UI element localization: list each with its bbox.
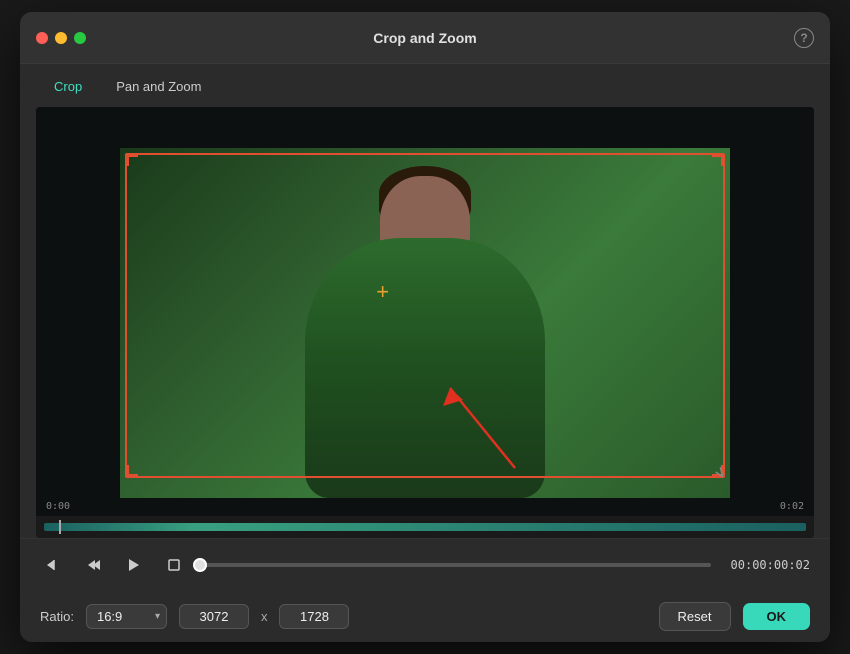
preview-timecode-right: 0:02: [780, 501, 804, 512]
width-input[interactable]: [179, 604, 249, 629]
timeline-strip: [36, 516, 814, 538]
dimension-separator: x: [261, 609, 268, 624]
crosshair: +: [376, 281, 389, 303]
scrubber-container[interactable]: [200, 563, 711, 567]
ratio-select[interactable]: 16:9 4:3 1:1 9:16 Custom: [86, 604, 167, 629]
preview-area[interactable]: +: [36, 107, 814, 538]
frame-back-button[interactable]: [80, 551, 108, 579]
video-content: +: [120, 148, 730, 498]
video-frame: +: [36, 107, 814, 538]
ratio-wrapper: 16:9 4:3 1:1 9:16 Custom ▾: [86, 604, 167, 629]
window-title: Crop and Zoom: [373, 30, 476, 46]
timeline-playhead: [59, 520, 61, 534]
tab-pan-zoom[interactable]: Pan and Zoom: [102, 74, 215, 99]
play-button[interactable]: [120, 551, 148, 579]
scrubber-track[interactable]: [200, 563, 711, 567]
title-bar: Crop and Zoom ?: [20, 12, 830, 64]
traffic-lights: [36, 32, 86, 44]
crop-zoom-dialog: Crop and Zoom ? Crop Pan and Zoom: [20, 12, 830, 642]
reset-button[interactable]: Reset: [659, 602, 731, 631]
bottom-bar: Ratio: 16:9 4:3 1:1 9:16 Custom ▾ x Rese…: [20, 590, 830, 642]
maximize-button[interactable]: [74, 32, 86, 44]
close-button[interactable]: [36, 32, 48, 44]
step-back-button[interactable]: [40, 551, 68, 579]
ratio-label: Ratio:: [40, 609, 74, 624]
preview-timecode-left: 0:00: [46, 501, 70, 512]
controls-bar: 00:00:00:02: [20, 538, 830, 590]
person: [295, 158, 555, 498]
timecode-display: 00:00:00:02: [731, 558, 810, 572]
tab-crop[interactable]: Crop: [40, 74, 96, 99]
help-button[interactable]: ?: [794, 28, 814, 48]
height-input[interactable]: [279, 604, 349, 629]
ok-button[interactable]: OK: [743, 603, 811, 630]
timeline-bar[interactable]: [44, 523, 806, 531]
scrubber-thumb[interactable]: [193, 558, 207, 572]
tabs-container: Crop Pan and Zoom: [20, 64, 830, 99]
minimize-button[interactable]: [55, 32, 67, 44]
resize-handle[interactable]: [706, 460, 730, 484]
stop-button[interactable]: [160, 551, 188, 579]
